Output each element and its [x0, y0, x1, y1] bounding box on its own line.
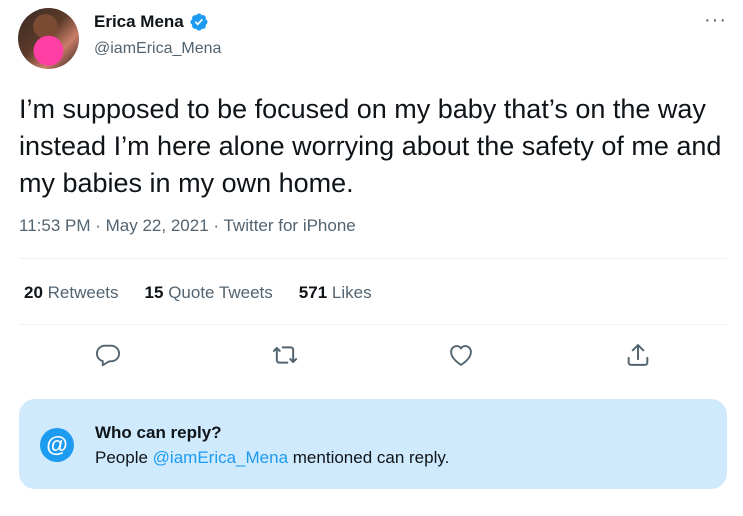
avatar[interactable]: [18, 8, 79, 69]
retweets-label: Retweets: [47, 283, 119, 302]
divider: [19, 258, 727, 259]
likes-label: Likes: [331, 283, 372, 302]
author-name[interactable]: Erica Mena: [94, 12, 184, 32]
share-icon: [627, 344, 649, 366]
reply-desc-suffix: mentioned can reply.: [288, 448, 450, 467]
tweet-stats: 20 Retweets 15 Quote Tweets 571 Likes: [24, 283, 398, 303]
retweets-count: 20: [24, 283, 43, 302]
who-can-reply-box: @ Who can reply? People @iamErica_Mena m…: [19, 399, 727, 489]
reply-desc-prefix: People: [95, 448, 153, 467]
retweet-icon: [272, 346, 298, 364]
who-can-reply-title: Who can reply?: [95, 423, 222, 442]
mention-link[interactable]: @iamErica_Mena: [153, 448, 288, 467]
tweet-meta: 11:53 PM · May 22, 2021 · Twitter for iP…: [19, 216, 356, 236]
tweet-time[interactable]: 11:53 PM: [19, 216, 91, 235]
who-can-reply-description: People @iamErica_Mena mentioned can repl…: [95, 448, 449, 468]
meta-separator-1: ·: [95, 216, 106, 235]
reply-button[interactable]: [94, 341, 122, 369]
reply-icon: [95, 344, 121, 367]
author-name-row: Erica Mena: [94, 12, 209, 32]
tweet-date[interactable]: May 22, 2021: [106, 216, 209, 235]
meta-separator-2: ·: [213, 216, 224, 235]
tweet-card: Erica Mena @iamErica_Mena ··· I’m suppos…: [0, 0, 743, 516]
like-button[interactable]: [447, 341, 475, 369]
tweet-text: I’m supposed to be focused on my baby th…: [19, 94, 722, 198]
likes-stat[interactable]: 571 Likes: [299, 283, 372, 303]
quotes-label: Quote Tweets: [168, 283, 273, 302]
retweet-button[interactable]: [271, 341, 299, 369]
retweets-stat[interactable]: 20 Retweets: [24, 283, 119, 303]
more-options-icon[interactable]: ···: [704, 10, 727, 30]
verified-badge-icon: [190, 13, 208, 31]
likes-count: 571: [298, 283, 328, 302]
mention-icon: @: [40, 428, 74, 462]
author-handle[interactable]: @iamErica_Mena: [94, 40, 221, 58]
share-button[interactable]: [624, 341, 652, 369]
quotes-count: 15: [144, 283, 164, 302]
quote-tweets-stat[interactable]: 15 Quote Tweets: [145, 283, 273, 303]
divider: [19, 324, 727, 325]
like-icon: [450, 345, 472, 366]
tweet-source[interactable]: Twitter for iPhone: [223, 216, 355, 235]
